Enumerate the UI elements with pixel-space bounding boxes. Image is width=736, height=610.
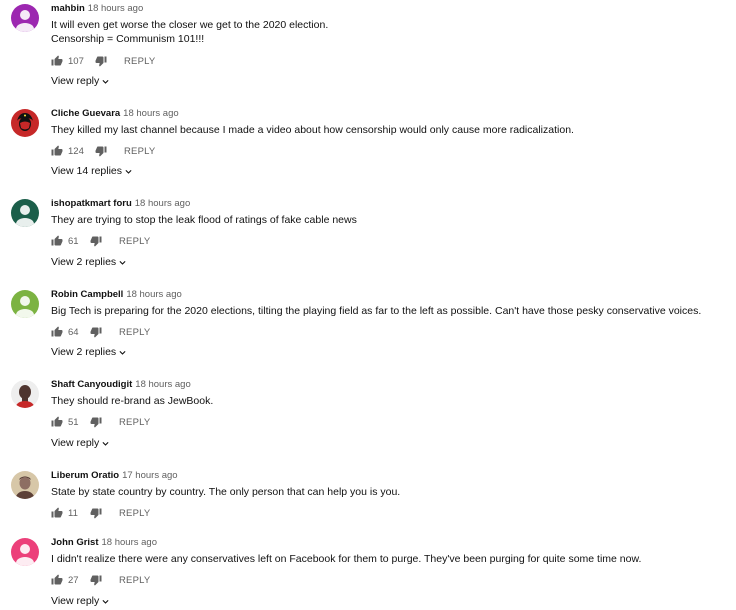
thumbs-up-icon[interactable] bbox=[51, 416, 64, 429]
thumbs-up-icon[interactable] bbox=[51, 145, 64, 158]
reply-button[interactable]: REPLY bbox=[119, 327, 150, 338]
author-name[interactable]: Robin Campbell bbox=[51, 289, 123, 300]
comment-text: Big Tech is preparing for the 2020 elect… bbox=[51, 305, 701, 319]
chevron-down-icon bbox=[116, 346, 127, 358]
view-replies-button[interactable]: View reply bbox=[51, 437, 110, 449]
author-name[interactable]: Liberum Oratio bbox=[51, 470, 119, 481]
view-replies-label: View reply bbox=[51, 595, 100, 607]
view-replies-label: View 2 replies bbox=[51, 346, 117, 358]
view-replies-button[interactable]: View reply bbox=[51, 595, 110, 607]
avatar[interactable] bbox=[11, 4, 39, 32]
timestamp[interactable]: 18 hours ago bbox=[88, 3, 143, 14]
chevron-down-icon bbox=[99, 75, 110, 87]
reply-button[interactable]: REPLY bbox=[119, 236, 150, 247]
thumbs-down-icon[interactable] bbox=[90, 574, 103, 587]
comment-text-line: Big Tech is preparing for the 2020 elect… bbox=[51, 305, 702, 317]
author-name[interactable]: John Grist bbox=[51, 537, 99, 548]
comment-text-line: Censorship = Communism 101!!! bbox=[51, 32, 205, 45]
timestamp[interactable]: 18 hours ago bbox=[126, 289, 181, 300]
view-replies-button[interactable]: View 14 replies bbox=[51, 165, 133, 177]
author-name[interactable]: ishopatkmart foru bbox=[51, 198, 132, 209]
thumbs-up-icon[interactable] bbox=[51, 574, 64, 587]
comment-text: It will even get worse the closer we get… bbox=[51, 19, 328, 46]
view-replies-button[interactable]: View reply bbox=[51, 75, 110, 87]
thumbs-up-icon[interactable] bbox=[51, 55, 64, 68]
avatar[interactable] bbox=[11, 471, 39, 499]
comment-text-line: They should re-brand as JewBook. bbox=[51, 395, 214, 407]
comment-text-line: I didn't realize there were any conserva… bbox=[51, 553, 642, 565]
view-replies-label: View reply bbox=[51, 437, 100, 449]
comment-text-line: They killed my last channel because I ma… bbox=[51, 124, 574, 136]
thumbs-down-icon[interactable] bbox=[90, 507, 103, 520]
view-replies-label: View 14 replies bbox=[51, 165, 123, 177]
thumbs-up-icon[interactable] bbox=[51, 507, 64, 520]
thumbs-down-icon[interactable] bbox=[95, 145, 108, 158]
like-count: 61 bbox=[68, 236, 79, 247]
comment-header: Liberum Oratio 17 hours ago bbox=[51, 470, 178, 481]
timestamp[interactable]: 17 hours ago bbox=[122, 470, 177, 481]
comment-text: State by state country by country. The o… bbox=[51, 486, 400, 500]
thumbs-up-icon[interactable] bbox=[51, 326, 64, 339]
comment-header: Robin Campbell 18 hours ago bbox=[51, 289, 182, 300]
author-name[interactable]: Cliche Guevara bbox=[51, 108, 120, 119]
like-count: 27 bbox=[68, 575, 79, 586]
thumbs-down-icon[interactable] bbox=[90, 235, 103, 248]
timestamp[interactable]: 18 hours ago bbox=[123, 108, 178, 119]
comment-text: They killed my last channel because I ma… bbox=[51, 124, 574, 138]
view-replies-button[interactable]: View 2 replies bbox=[51, 346, 127, 358]
comment-header: Shaft Canyoudigit 18 hours ago bbox=[51, 379, 191, 390]
comment-text: They should re-brand as JewBook. bbox=[51, 395, 213, 409]
comment-header: John Grist 18 hours ago bbox=[51, 537, 157, 548]
reply-button[interactable]: REPLY bbox=[119, 575, 150, 586]
like-count: 124 bbox=[68, 146, 84, 157]
author-name[interactable]: mahbin bbox=[51, 3, 85, 14]
like-count: 51 bbox=[68, 417, 79, 428]
reply-button[interactable]: REPLY bbox=[124, 56, 155, 67]
comment-header: Cliche Guevara 18 hours ago bbox=[51, 108, 179, 119]
chevron-down-icon bbox=[99, 437, 110, 449]
like-count: 11 bbox=[68, 508, 78, 519]
reply-button[interactable]: REPLY bbox=[119, 508, 150, 519]
chevron-down-icon bbox=[116, 256, 127, 268]
comment-text: They are trying to stop the leak flood o… bbox=[51, 214, 357, 228]
comment-header: ishopatkmart foru 18 hours ago bbox=[51, 198, 190, 209]
avatar[interactable] bbox=[11, 538, 39, 566]
thumbs-up-icon[interactable] bbox=[51, 235, 64, 248]
comment-text-line: State by state country by country. The o… bbox=[51, 486, 401, 498]
comment-text-line: They are trying to stop the leak flood o… bbox=[51, 214, 357, 226]
timestamp[interactable]: 18 hours ago bbox=[135, 379, 190, 390]
view-replies-label: View 2 replies bbox=[51, 256, 117, 268]
comment-header: mahbin 18 hours ago bbox=[51, 3, 143, 14]
thumbs-down-icon[interactable] bbox=[90, 326, 103, 339]
avatar[interactable] bbox=[11, 380, 39, 408]
like-count: 64 bbox=[68, 327, 79, 338]
avatar[interactable] bbox=[11, 290, 39, 318]
avatar[interactable] bbox=[11, 199, 39, 227]
author-name[interactable]: Shaft Canyoudigit bbox=[51, 379, 132, 390]
view-replies-label: View reply bbox=[51, 75, 100, 87]
comment-text: I didn't realize there were any conserva… bbox=[51, 553, 641, 567]
reply-button[interactable]: REPLY bbox=[124, 146, 155, 157]
like-count: 107 bbox=[68, 56, 84, 67]
thumbs-down-icon[interactable] bbox=[95, 55, 108, 68]
reply-button[interactable]: REPLY bbox=[119, 417, 150, 428]
timestamp[interactable]: 18 hours ago bbox=[135, 198, 190, 209]
timestamp[interactable]: 18 hours ago bbox=[102, 537, 157, 548]
view-replies-button[interactable]: View 2 replies bbox=[51, 256, 127, 268]
thumbs-down-icon[interactable] bbox=[90, 416, 103, 429]
chevron-down-icon bbox=[99, 595, 110, 607]
comment-text-line: It will even get worse the closer we get… bbox=[51, 19, 329, 31]
chevron-down-icon bbox=[122, 165, 133, 177]
avatar[interactable] bbox=[11, 109, 39, 137]
